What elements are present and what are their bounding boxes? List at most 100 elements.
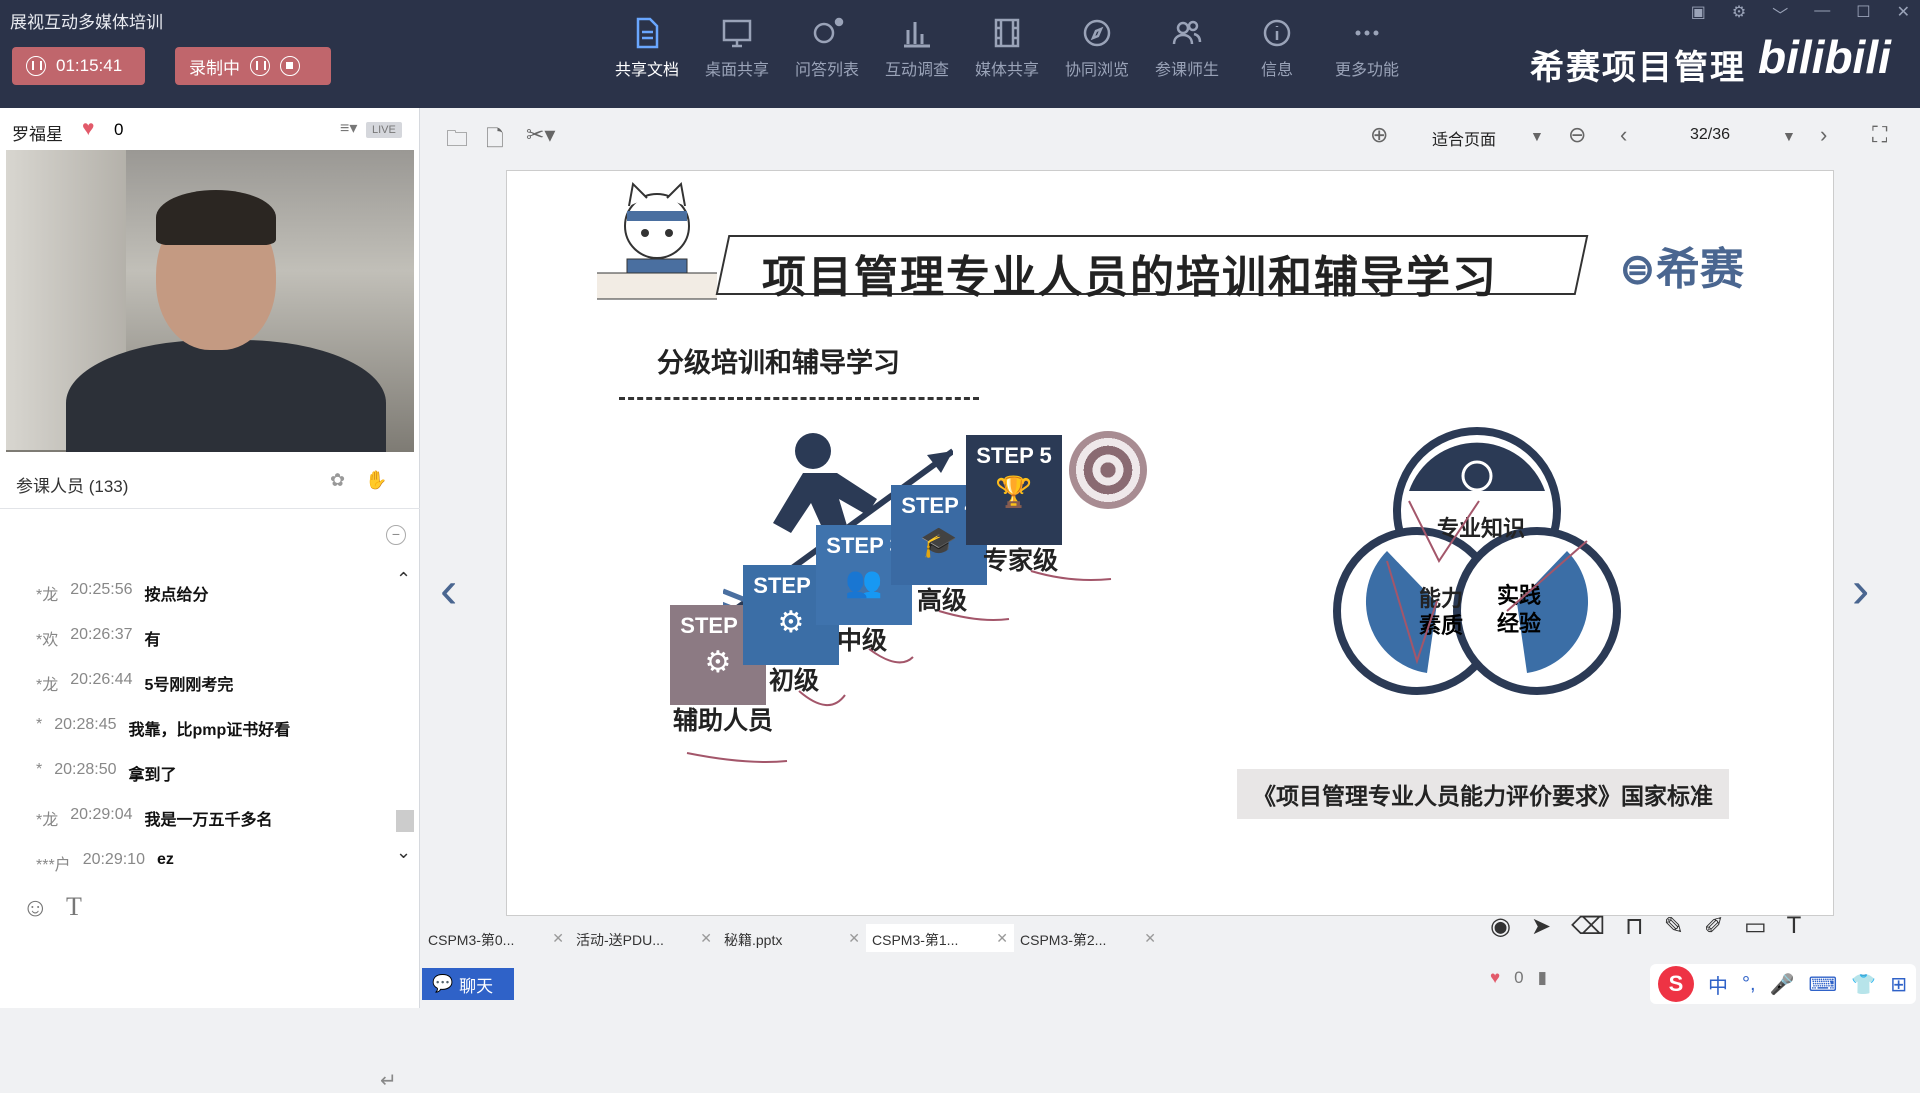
highlighter-icon[interactable]: ✐ xyxy=(1704,912,1724,941)
stop-recording-icon[interactable] xyxy=(280,56,300,76)
fullscreen-icon[interactable]: ⛶ xyxy=(1872,122,1887,148)
pointer-icon[interactable]: ➤ xyxy=(1531,912,1551,941)
drawing-toolbar: ◉ ➤ ⌫ ⊓ ✎ ✐ ▭ T xyxy=(1490,912,1801,941)
rectangle-icon[interactable]: ▭ xyxy=(1744,912,1767,941)
eraser-icon[interactable]: ⌫ xyxy=(1571,912,1605,941)
keyboard-icon[interactable]: ⌨ xyxy=(1808,972,1837,997)
toolbar-participants[interactable]: 参课师生 xyxy=(1142,16,1232,80)
national-standard-label: 《项目管理专业人员能力评价要求》国家标准 xyxy=(1237,769,1729,819)
toolbar-survey[interactable]: 互动调查 xyxy=(872,16,962,80)
recording-status[interactable]: 录制中 xyxy=(175,47,331,85)
collapse-icon[interactable]: ﹀ xyxy=(1772,2,1788,26)
session-timer[interactable]: 01:15:41 xyxy=(12,47,145,85)
close-icon[interactable]: ✕ xyxy=(1897,2,1910,26)
skin-icon[interactable]: 👕 xyxy=(1851,972,1876,997)
sogou-logo[interactable]: S xyxy=(1658,966,1694,1002)
toolbar-qa-list[interactable]: 问答列表 xyxy=(782,16,872,80)
close-tab-icon[interactable]: ✕ xyxy=(700,930,712,946)
chat-time: 20:29:10 xyxy=(82,851,145,868)
attendee-count[interactable]: 参课人员 (133) xyxy=(16,472,128,497)
heart-icon[interactable]: ♥ xyxy=(82,117,94,141)
chat-scrollbar-thumb[interactable] xyxy=(396,810,414,832)
text-tool-icon[interactable]: T xyxy=(1787,912,1802,941)
minimize-icon[interactable]: — xyxy=(1814,2,1830,26)
scissors-icon[interactable]: ✂▾ xyxy=(526,122,555,148)
page-number[interactable]: 32/36 xyxy=(1690,126,1730,144)
file-icon[interactable]: 🗋 xyxy=(486,122,504,160)
recording-label: 录制中 xyxy=(189,58,240,78)
step-5-block: STEP 5 🏆 xyxy=(966,435,1062,545)
doc-tab[interactable]: CSPM3-第0... ✕ xyxy=(422,924,570,952)
list-menu-icon[interactable]: ≡▾ xyxy=(340,118,357,138)
layout-icon[interactable]: ▣ xyxy=(1691,2,1706,26)
chat-time: 20:28:50 xyxy=(54,761,117,778)
next-slide-arrow[interactable]: › xyxy=(1852,560,1869,620)
prev-page-icon[interactable]: ‹ xyxy=(1620,122,1627,148)
chat-user: *欢 xyxy=(36,632,59,649)
stamp-icon[interactable]: ⊓ xyxy=(1625,912,1644,941)
venn-left-label-1: 能力 xyxy=(1419,586,1463,611)
toolbar-more[interactable]: 更多功能 xyxy=(1322,16,1412,80)
apps-icon[interactable]: ⊞ xyxy=(1890,972,1907,997)
presenter-hair xyxy=(156,190,276,245)
target-icon xyxy=(1069,431,1147,509)
next-page-icon[interactable]: › xyxy=(1820,122,1827,148)
pencil-icon[interactable]: ✎ xyxy=(1664,912,1684,941)
chat-time: 20:25:56 xyxy=(70,581,133,598)
pause-recording-icon[interactable] xyxy=(250,56,270,76)
dashed-divider xyxy=(619,397,979,400)
toolbar-label: 共享文档 xyxy=(614,62,679,79)
toolbar-media-share[interactable]: 媒体共享 xyxy=(962,16,1052,80)
close-tab-icon[interactable]: ✕ xyxy=(996,930,1008,946)
page-dropdown-icon[interactable]: ▼ xyxy=(1782,128,1796,144)
send-icon[interactable]: ↵ xyxy=(380,1068,397,1093)
chat-message: * 20:28:45 我靠，比pmp证书好看 xyxy=(36,716,290,740)
ime-mode[interactable]: 中 xyxy=(1708,970,1728,999)
close-tab-icon[interactable]: ✕ xyxy=(552,930,564,946)
chat-time: 20:28:45 xyxy=(54,716,117,733)
doc-tab-active[interactable]: CSPM3-第1... ✕ xyxy=(866,924,1014,952)
slide-title: 项目管理专业人员的培训和辅导学习 xyxy=(762,253,1498,302)
prev-slide-arrow[interactable]: ‹ xyxy=(440,560,457,620)
close-tab-icon[interactable]: ✕ xyxy=(1144,930,1156,946)
chat-time: 20:26:37 xyxy=(70,626,133,643)
emoji-icon[interactable]: ☺ xyxy=(22,892,49,923)
chat-button-label: 聊天 xyxy=(459,976,494,996)
record-dot-icon[interactable]: ◉ xyxy=(1490,912,1511,941)
fit-page-select[interactable]: 适合页面 xyxy=(1432,126,1496,150)
toolbar-info[interactable]: 信息 xyxy=(1232,16,1322,80)
chevron-up-icon[interactable]: ⌃ xyxy=(396,569,411,590)
mute-all-icon[interactable]: ✿ xyxy=(330,470,345,491)
zoom-out-icon[interactable]: ⊖ xyxy=(1568,122,1586,148)
chat-message: ***户 20:29:10 ez xyxy=(36,851,174,875)
collapse-chat-icon[interactable]: − xyxy=(386,525,406,545)
maximize-icon[interactable]: ☐ xyxy=(1856,2,1870,26)
chat-button[interactable]: 💬 聊天 xyxy=(422,968,514,1000)
dropdown-arrow-icon[interactable]: ▼ xyxy=(1530,128,1544,144)
chat-text: 有 xyxy=(144,632,161,649)
close-tab-icon[interactable]: ✕ xyxy=(848,930,860,946)
like-count: 0 xyxy=(114,120,124,139)
folder-icon[interactable]: 🗀 xyxy=(446,122,468,160)
doc-tab[interactable]: CSPM3-第2... ✕ xyxy=(1014,924,1162,952)
brand-name: 希赛项目管理 xyxy=(1530,49,1746,87)
presenter-body xyxy=(66,340,386,452)
toolbar-shared-docs[interactable]: 共享文档 xyxy=(602,16,692,80)
text-format-icon[interactable]: T xyxy=(66,892,82,922)
toolbar-desktop-share[interactable]: 桌面共享 xyxy=(692,16,782,80)
heart-icon[interactable]: ♥ xyxy=(1490,968,1500,988)
microphone-icon[interactable]: 🎤 xyxy=(1770,972,1795,997)
signal-icon: ▮ xyxy=(1537,968,1547,987)
toolbar-cobrowse[interactable]: 协同浏览 xyxy=(1052,16,1142,80)
doc-tab-label: CSPM3-第0... xyxy=(428,932,515,948)
settings-icon[interactable]: ⚙ xyxy=(1732,2,1746,26)
pause-icon[interactable] xyxy=(26,56,46,76)
film-icon xyxy=(994,18,1020,48)
top-bar: 展视互动多媒体培训 ▣ ⚙ ﹀ — ☐ ✕ 01:15:41 录制中 共享文档 … xyxy=(0,0,1920,108)
zoom-in-icon[interactable]: ⊕ xyxy=(1370,122,1388,148)
punctuation-icon[interactable]: °, xyxy=(1742,973,1756,996)
raise-hand-icon[interactable]: ✋ xyxy=(365,470,387,491)
doc-tab[interactable]: 活动-送PDU... ✕ xyxy=(570,924,718,952)
doc-tab[interactable]: 秘籍.pptx ✕ xyxy=(718,924,866,952)
chevron-down-icon[interactable]: ⌄ xyxy=(396,842,411,863)
